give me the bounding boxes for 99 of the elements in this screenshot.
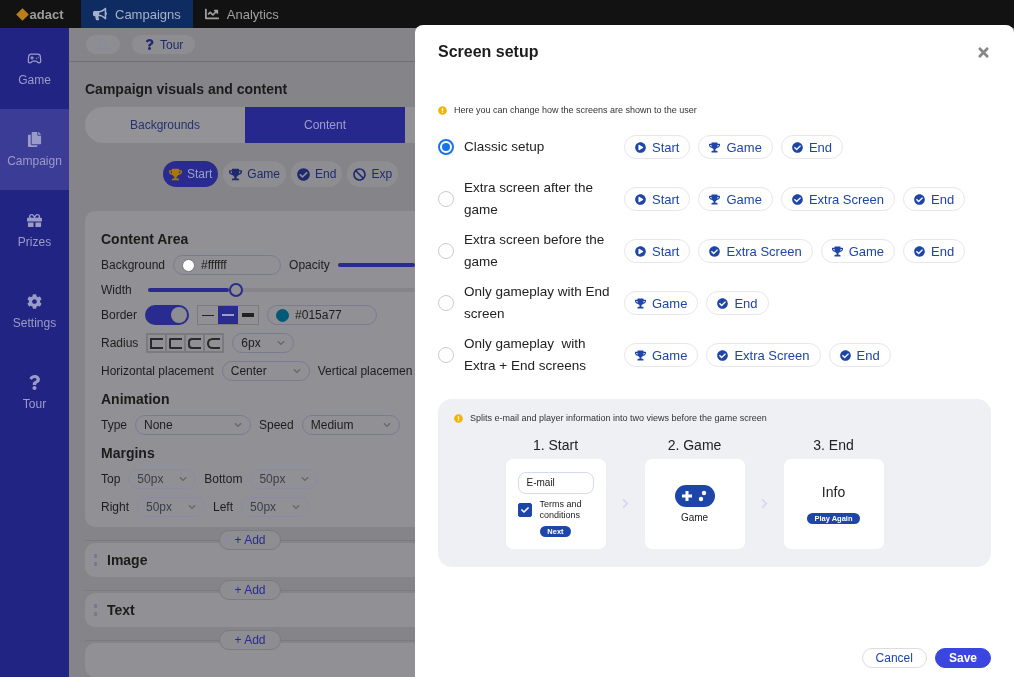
gift-icon xyxy=(27,212,42,228)
field-label: Opacity xyxy=(289,258,330,272)
slider-thumb[interactable] xyxy=(228,283,243,297)
play-icon xyxy=(635,141,646,153)
border-style-option[interactable] xyxy=(218,306,239,324)
block-title: Text xyxy=(107,602,135,618)
save-button[interactable]: Save xyxy=(934,648,991,668)
field-label: Top xyxy=(101,472,121,486)
sidebar-item[interactable]: Tour xyxy=(0,352,69,433)
section-heading: Margins xyxy=(101,445,156,461)
trophy-icon xyxy=(169,167,182,181)
trophy-icon xyxy=(635,297,646,309)
card-heading: Info xyxy=(821,484,846,500)
sidebar-item[interactable]: Campaign xyxy=(0,109,69,190)
field-label: Type xyxy=(101,418,127,432)
info-text: Splits e-mail and player information into two views before the game screen xyxy=(470,413,767,423)
option-label: Classic setup xyxy=(464,138,546,156)
preview-title: 1. Start xyxy=(532,437,579,453)
documents-icon xyxy=(27,131,42,147)
color-swatch xyxy=(182,258,196,272)
question-icon xyxy=(27,374,42,390)
opacity-slider-fill[interactable] xyxy=(337,263,415,267)
card-caption: Game xyxy=(680,512,709,523)
megaphone-icon xyxy=(93,7,107,21)
option-label: Only gameplay with End screen xyxy=(464,283,611,323)
chevron-down-icon xyxy=(234,421,242,429)
radius-option[interactable] xyxy=(147,334,167,352)
chevron-down-icon xyxy=(292,503,301,511)
question-icon xyxy=(144,39,155,50)
content-block[interactable]: Text xyxy=(85,593,415,627)
sidebar-item[interactable]: Prizes xyxy=(0,190,69,271)
chevron-down-icon xyxy=(301,475,310,483)
border-toggle[interactable] xyxy=(145,305,190,325)
play-icon xyxy=(635,193,646,205)
info-icon xyxy=(438,105,447,115)
chevron-down-icon xyxy=(179,475,188,483)
field-label: Border xyxy=(101,308,138,322)
field-label: Left xyxy=(213,500,234,514)
field-label: Background xyxy=(101,258,166,272)
tab[interactable]: Backgrounds xyxy=(85,107,245,143)
trophy-icon xyxy=(229,167,243,181)
sidebar-item[interactable]: Game xyxy=(0,28,69,109)
gamepad-icon xyxy=(27,50,42,66)
tour-button[interactable]: Tour xyxy=(132,35,196,54)
gamepad-icon xyxy=(674,485,715,507)
block-title: Image xyxy=(107,552,148,568)
field-label: Horizontal placement xyxy=(101,364,214,378)
trophy-icon xyxy=(831,245,843,257)
tab[interactable]: Content xyxy=(245,107,405,143)
nav-tab[interactable]: Analytics xyxy=(192,0,291,28)
trophy-icon xyxy=(709,193,721,205)
checkbox-label: Terms and conditions xyxy=(539,498,583,521)
preview-title: 3. End xyxy=(813,437,854,453)
width-slider-fill[interactable] xyxy=(147,288,229,292)
ban-icon xyxy=(353,167,367,181)
add-button[interactable]: + Add xyxy=(219,630,281,650)
screen-chip[interactable]: Start xyxy=(163,161,219,187)
screen-chip[interactable]: Game xyxy=(223,161,287,187)
play-icon xyxy=(635,245,646,257)
option-label: Extra screen after the game xyxy=(464,179,595,219)
field-label: Speed xyxy=(259,418,294,432)
sidebar-item[interactable]: Settings xyxy=(0,271,69,352)
logo: adact xyxy=(0,0,81,28)
radio-button[interactable] xyxy=(438,139,454,155)
chevron-down-icon xyxy=(382,421,391,429)
radius-option[interactable] xyxy=(185,334,205,352)
chevron-down-icon xyxy=(277,339,286,347)
add-button[interactable]: + Add xyxy=(219,530,281,550)
cancel-button[interactable]: Cancel xyxy=(861,648,927,668)
chevron-down-icon xyxy=(188,503,196,511)
add-button[interactable]: + Add xyxy=(219,580,281,600)
radius-option[interactable] xyxy=(204,334,224,352)
chevron-down-icon xyxy=(292,367,301,375)
content-block[interactable]: Image xyxy=(85,543,415,577)
nav-tab[interactable]: Campaigns xyxy=(81,0,193,28)
screen-chip[interactable]: End xyxy=(291,161,343,187)
option-label: Only gameplay with Extra + End screens xyxy=(464,335,587,375)
screen-chip[interactable]: Exp xyxy=(347,161,399,187)
field-label: Vertical placemen xyxy=(317,364,413,378)
dialog-title: Screen setup xyxy=(438,43,539,61)
radius-option[interactable] xyxy=(166,334,186,352)
close-icon[interactable] xyxy=(976,44,991,60)
field-label: Bottom xyxy=(204,472,243,486)
info-text: Here you can change how the screens are shown to the user xyxy=(454,105,697,115)
trophy-icon xyxy=(635,349,646,361)
field-label: Right xyxy=(101,500,129,514)
section-title: Campaign visuals and content xyxy=(85,81,289,97)
chart-icon xyxy=(204,7,219,21)
field-label: Width xyxy=(101,283,132,297)
trophy-icon xyxy=(709,141,721,153)
field-label: Radius xyxy=(101,336,139,350)
section-heading: Animation xyxy=(101,391,171,407)
card-title: Content Area xyxy=(101,231,190,247)
info-icon xyxy=(454,413,463,423)
option-label: Extra screen before the game xyxy=(464,231,606,271)
color-swatch xyxy=(276,308,290,322)
settings-icon xyxy=(27,293,42,309)
email-field: E-mail xyxy=(517,471,594,494)
preview-title: 2. Game xyxy=(667,437,722,453)
